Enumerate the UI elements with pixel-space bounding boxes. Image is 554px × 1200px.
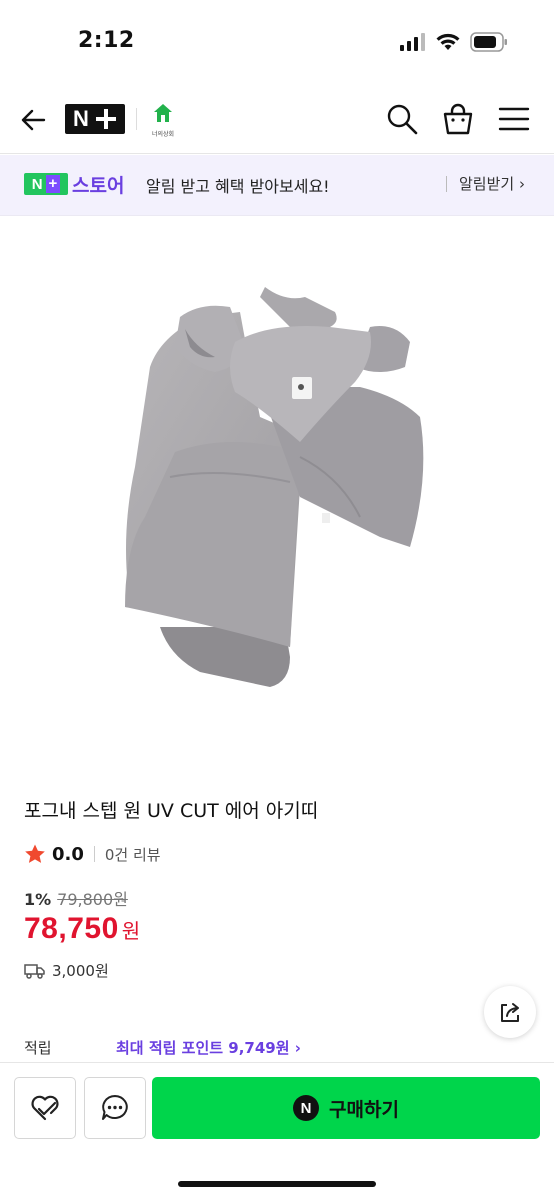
buy-now-label: 구매하기	[329, 1098, 399, 1121]
price-unit: 원	[121, 919, 141, 943]
back-arrow-icon[interactable]	[18, 104, 50, 136]
wifi-icon	[436, 33, 460, 50]
rating-divider	[93, 846, 95, 862]
logo-n: N	[73, 106, 90, 131]
naver-plus-badge: N +	[24, 173, 68, 195]
status-icons	[400, 32, 508, 52]
review-count-link[interactable]: 0건 리뷰	[105, 844, 161, 865]
shipping-fee: 3,000원	[52, 962, 109, 980]
buy-now-button[interactable]: N 구매하기	[152, 1077, 540, 1139]
bottom-action-bar: N 구매하기	[0, 1062, 554, 1200]
home-icon	[154, 104, 172, 122]
naver-n-icon: N	[293, 1095, 320, 1121]
chat-bubble-icon	[102, 1095, 128, 1120]
wishlist-button[interactable]	[14, 1077, 76, 1139]
original-price: 79,800원	[57, 890, 128, 909]
points-row: 적립 최대 적립 포인트 9,749원 ›	[24, 1037, 534, 1061]
product-image[interactable]	[0, 217, 554, 757]
rating-row[interactable]: 0.0 0건 리뷰	[24, 842, 161, 866]
store-label: 스토어	[72, 175, 125, 197]
shipping-row: 3,000원	[24, 960, 109, 981]
sale-price: 78,750	[24, 912, 119, 945]
subscribe-notification-link[interactable]: 알림받기 ›	[459, 173, 525, 194]
badge-plus: +	[45, 175, 61, 193]
star-icon	[25, 844, 45, 863]
banner-message: 알림 받고 혜택 받아보세요!	[146, 177, 330, 196]
shopping-bag-icon[interactable]	[440, 101, 476, 137]
header-divider	[136, 108, 137, 130]
badge-n: N	[31, 175, 43, 193]
store-home-link[interactable]: 너의상회	[146, 102, 180, 138]
store-home-label: 너의상회	[151, 131, 175, 138]
discount-percent: 1%	[24, 890, 52, 909]
baby-carrier-photo	[125, 287, 424, 687]
nav-header: N 너의상회	[0, 84, 554, 154]
price-row: 78,750 원	[24, 912, 140, 946]
discount-row: 1% 79,800원	[24, 886, 128, 910]
home-indicator[interactable]	[178, 1181, 376, 1187]
signal-icon	[400, 33, 425, 51]
plus-icon	[95, 109, 116, 129]
notification-banner[interactable]: N + 스토어 알림 받고 혜택 받아보세요! 알림받기 ›	[0, 155, 554, 216]
max-points-link[interactable]: 최대 적립 포인트 9,749원 ›	[116, 1037, 301, 1058]
status-time: 2:12	[78, 28, 135, 53]
product-title: 포그내 스텝 원 UV CUT 에어 아기띠	[24, 800, 319, 822]
share-icon	[501, 1003, 519, 1022]
naver-plus-logo[interactable]: N	[65, 104, 125, 134]
heart-check-icon	[31, 1095, 59, 1121]
banner-divider	[446, 176, 447, 192]
share-button[interactable]	[484, 986, 536, 1038]
search-icon[interactable]	[385, 102, 419, 136]
inquiry-chat-button[interactable]	[84, 1077, 146, 1139]
points-label: 적립	[24, 1039, 52, 1057]
status-bar: 2:12	[0, 0, 554, 84]
truck-icon	[24, 963, 45, 979]
hamburger-menu-icon[interactable]	[497, 104, 531, 134]
battery-icon	[470, 32, 507, 52]
rating-score: 0.0	[52, 843, 84, 865]
